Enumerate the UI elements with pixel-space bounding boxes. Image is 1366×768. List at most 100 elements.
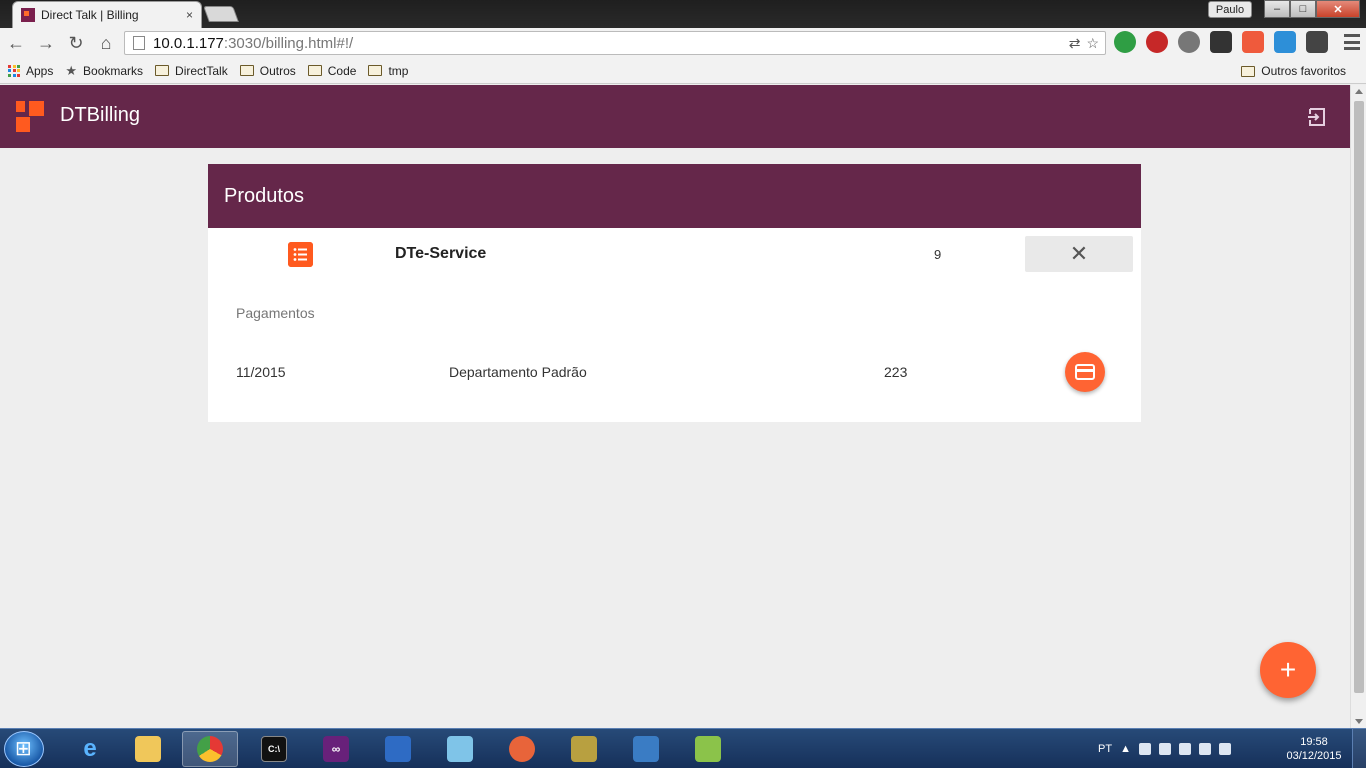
product-name: DTe-Service xyxy=(395,245,487,262)
page-scrollbar[interactable] xyxy=(1350,85,1366,728)
chrome-menu-icon[interactable] xyxy=(1344,34,1360,50)
extension-tower-icon[interactable] xyxy=(1306,31,1328,53)
bookmark-bookmarks[interactable]: ★ Bookmarks xyxy=(65,63,143,79)
forward-button[interactable]: → xyxy=(32,30,60,56)
payment-date: 11/2015 xyxy=(236,364,286,380)
folder-icon xyxy=(135,736,161,762)
remote-desktop-icon xyxy=(385,736,411,762)
bookmark-label: Apps xyxy=(26,63,54,78)
card-header: Produtos xyxy=(208,164,1141,228)
logout-icon[interactable] xyxy=(1306,106,1328,128)
extensions xyxy=(1114,31,1328,53)
address-bar[interactable]: 10.0.1.177 :3030/billing.html#!/ ⇄ ☆ xyxy=(124,31,1106,55)
apps-grid-icon xyxy=(8,64,20,77)
bookmark-label: Outros xyxy=(259,63,296,78)
internet-explorer-icon: e xyxy=(83,735,97,762)
taskbar-visual-studio[interactable]: ∞ xyxy=(308,731,364,767)
notes-icon xyxy=(447,736,473,762)
browser-tab[interactable]: Direct Talk | Billing × xyxy=(12,1,202,28)
list-icon[interactable] xyxy=(288,242,313,267)
dropbox-icon[interactable] xyxy=(1158,743,1171,755)
bookmark-apps[interactable]: Apps xyxy=(8,64,53,78)
taskbar-notepadpp[interactable] xyxy=(680,731,736,767)
clock-time: 19:58 xyxy=(1300,736,1328,748)
page-icon xyxy=(133,36,145,50)
extension-green-icon[interactable] xyxy=(1114,31,1136,53)
extension-reel-icon[interactable] xyxy=(1178,31,1200,53)
folder-icon xyxy=(239,65,254,76)
url-host: 10.0.1.177 xyxy=(153,34,224,52)
taskbar-app-tools[interactable] xyxy=(494,731,550,767)
bookmark-tmp[interactable]: tmp xyxy=(368,64,408,78)
tab-close-icon[interactable]: × xyxy=(186,8,193,22)
tab-title: Direct Talk | Billing xyxy=(41,8,139,22)
window-controls: – □ ✕ xyxy=(1264,0,1360,18)
bookmark-label: Outros favoritos xyxy=(1261,64,1346,78)
bookmark-directtalk[interactable]: DirectTalk xyxy=(155,64,228,78)
clock[interactable]: 19:58 03/12/2015 xyxy=(1284,735,1344,763)
bookmark-star-icon[interactable]: ☆ xyxy=(1086,35,1099,52)
app-header: DTBilling xyxy=(0,85,1350,148)
scroll-thumb[interactable] xyxy=(1354,101,1364,693)
extension-glasses-icon[interactable] xyxy=(1210,31,1232,53)
taskbar-app-network[interactable] xyxy=(618,731,674,767)
chrome-icon xyxy=(197,736,223,762)
bookmark-other-favorites[interactable]: Outros favoritos xyxy=(1241,58,1346,84)
taskbar-app-notes[interactable] xyxy=(432,731,488,767)
folder-icon xyxy=(368,65,383,76)
windows-taskbar: e C:\ ∞ PT ▲ 19:58 03/12/2015 xyxy=(0,728,1366,768)
tray-expand-icon[interactable]: ▲ xyxy=(1120,743,1131,755)
notepad-plus-icon xyxy=(695,736,721,762)
volume-icon[interactable] xyxy=(1218,743,1231,755)
browser-titlebar: Direct Talk | Billing × Paulo – □ ✕ xyxy=(0,0,1366,28)
flag-icon[interactable] xyxy=(1138,743,1151,755)
close-window-button[interactable]: ✕ xyxy=(1316,0,1360,18)
extension-cloud-icon[interactable] xyxy=(1274,31,1296,53)
back-button[interactable]: ← xyxy=(2,30,30,56)
bookmark-label: Code xyxy=(327,63,357,78)
scroll-down-icon[interactable] xyxy=(1355,719,1363,724)
bookmark-label: Bookmarks xyxy=(83,63,144,78)
folder-icon xyxy=(1241,65,1256,77)
url-path: :3030/billing.html#!/ xyxy=(223,34,354,52)
reload-button[interactable]: ↻ xyxy=(62,30,90,56)
star-icon: ★ xyxy=(65,62,78,78)
remove-product-button[interactable]: ✕ xyxy=(1025,236,1133,272)
favicon-icon xyxy=(21,8,35,22)
extension-plus-icon[interactable] xyxy=(1242,31,1264,53)
bookmarks-bar: Apps ★ Bookmarks DirectTalk Outros Code … xyxy=(0,58,1366,84)
payment-row: 11/2015 Departamento Padrão 223 xyxy=(208,350,1141,394)
products-card: Produtos DTe-Service 9 ✕ Pagamentos 11/2… xyxy=(208,164,1141,422)
app-logo-icon xyxy=(16,101,46,133)
add-fab-button[interactable]: + xyxy=(1260,642,1316,698)
profile-button[interactable]: Paulo xyxy=(1208,1,1252,18)
taskbar-app-blue[interactable] xyxy=(370,731,426,767)
device-icon[interactable] xyxy=(1178,743,1191,755)
translate-icon[interactable]: ⇄ xyxy=(1069,35,1081,52)
omnibox-icons: ⇄ ☆ xyxy=(1069,35,1099,52)
taskbar-app-build[interactable] xyxy=(556,731,612,767)
bookmark-outros[interactable]: Outros xyxy=(239,63,296,78)
scroll-up-icon[interactable] xyxy=(1355,89,1363,94)
product-count: 9 xyxy=(934,247,942,262)
taskbar-chrome[interactable] xyxy=(182,731,238,767)
pay-button[interactable] xyxy=(1065,352,1105,392)
taskbar-console[interactable]: C:\ xyxy=(246,731,302,767)
start-button[interactable] xyxy=(4,731,44,767)
terminal-icon: C:\ xyxy=(261,736,287,762)
minimize-button[interactable]: – xyxy=(1264,0,1290,18)
signal-icon[interactable] xyxy=(1198,743,1211,755)
taskbar-explorer[interactable] xyxy=(120,731,176,767)
folder-icon xyxy=(307,65,322,76)
payment-value: 223 xyxy=(884,364,908,380)
bookmark-code[interactable]: Code xyxy=(307,63,357,78)
extension-stop-icon[interactable] xyxy=(1146,31,1168,53)
home-button[interactable]: ⌂ xyxy=(92,30,120,56)
maximize-button[interactable]: □ xyxy=(1290,0,1316,18)
visual-studio-icon: ∞ xyxy=(323,736,349,762)
language-indicator[interactable]: PT xyxy=(1098,743,1112,755)
taskbar-ie[interactable]: e xyxy=(62,731,118,767)
show-desktop-button[interactable] xyxy=(1352,729,1366,768)
new-tab-button[interactable] xyxy=(203,6,239,22)
build-icon xyxy=(571,736,597,762)
